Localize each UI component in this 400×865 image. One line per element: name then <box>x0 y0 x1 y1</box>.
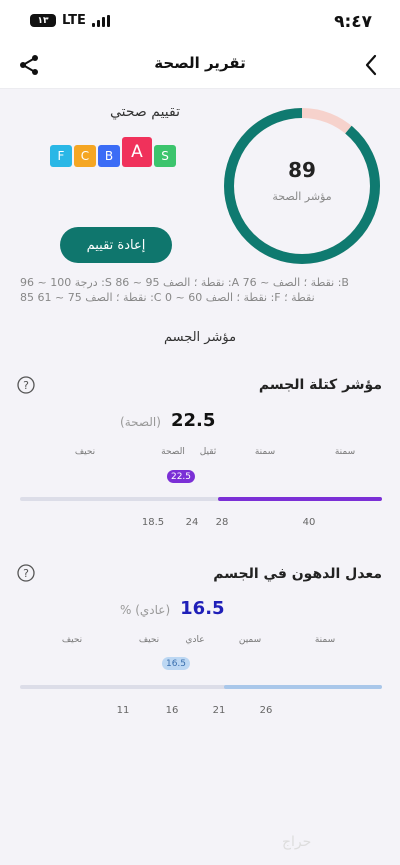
grade-ranges-line-2: 85 نقطة ؛ الصف 75 ~ 61 :C نقطة ؛ الصف 60… <box>20 291 315 304</box>
grade-ranges: درجة 100 ~ 96 :S نقطة ؛ الصف 95 ~ 86 :A … <box>20 275 382 305</box>
status-time: ٩:٤٧ <box>334 12 372 32</box>
chevron-left-icon <box>365 54 377 76</box>
grade-chip-f: F <box>50 145 72 167</box>
health-score-label: مؤشر الصحة <box>272 190 332 203</box>
health-score-ring <box>224 108 380 264</box>
body-fat-title: معدل الدهون في الجسم <box>213 566 382 582</box>
body-fat-help-icon[interactable]: ? <box>17 564 35 582</box>
back-button[interactable] <box>356 50 386 80</box>
bmi-unit: (الصحة) <box>120 415 161 429</box>
bmi-help-icon[interactable]: ? <box>17 376 35 394</box>
share-button[interactable] <box>14 50 44 80</box>
body-fat-tick-21: 21 <box>212 705 226 716</box>
grade-chip-a: A <box>122 137 152 167</box>
svg-text:?: ? <box>23 379 29 392</box>
body-fat-category-4: سمين <box>238 635 262 645</box>
watermark: حراج <box>282 834 312 850</box>
status-bar: ٩:٤٧ ١٣ LTE <box>0 0 400 44</box>
bmi-tick-28: 28 <box>215 517 229 528</box>
body-index-title: مؤشر الجسم <box>163 330 237 345</box>
network-label: LTE <box>62 13 86 28</box>
bmi-tick-18-5: 18.5 <box>141 517 165 528</box>
signal-icon <box>91 14 110 27</box>
body-fat-value: 16.5 <box>180 598 225 619</box>
bmi-tick-40: 40 <box>302 517 316 528</box>
bmi-category-1: نحيف <box>74 447 96 457</box>
bmi-title: مؤشر كتلة الجسم <box>258 377 382 393</box>
bmi-category-4: سمنة <box>254 447 276 457</box>
body-fat-category-1: نحيف <box>61 635 83 645</box>
bmi-track-fill <box>218 497 382 501</box>
page-title: تقرير الصحة <box>154 54 246 72</box>
bmi-category-2: الصحة <box>161 447 185 457</box>
share-icon <box>20 55 38 75</box>
svg-text:?: ? <box>23 567 29 580</box>
battery-icon: ١٣ <box>30 14 56 27</box>
status-indicators: ١٣ LTE <box>30 13 110 28</box>
bmi-category-3: ثقيل <box>199 447 217 457</box>
bmi-reading: (الصحة) 22.5 <box>120 410 215 431</box>
grade-title: تقييم صحتي <box>109 104 180 120</box>
bmi-tick-24: 24 <box>185 517 199 528</box>
grade-chip-s: S <box>154 145 176 167</box>
health-score-value: 89 <box>288 158 316 182</box>
body-fat-category-5: سمنة <box>314 635 336 645</box>
body-fat-category-3: عادي <box>185 635 205 645</box>
body-fat-category-2: نحيف <box>138 635 160 645</box>
body-fat-unit: % (عادي) <box>120 603 171 617</box>
grade-ranges-line-1: درجة 100 ~ 96 :S نقطة ؛ الصف 95 ~ 86 :A … <box>20 276 349 289</box>
body-fat-reading: % (عادي) 16.5 <box>120 598 225 619</box>
reassess-button[interactable]: إعادة تقييم <box>60 227 172 263</box>
grade-chip-c: C <box>74 145 96 167</box>
app-bar: تقرير الصحة <box>0 44 400 89</box>
grade-scale: FCBAS <box>50 137 176 167</box>
body-fat-badge: 16.5 <box>161 657 191 670</box>
body-fat-tick-16: 16 <box>165 705 179 716</box>
body-fat-tick-26: 26 <box>259 705 273 716</box>
bmi-category-5: سمنة <box>334 447 356 457</box>
body-fat-tick-11: 11 <box>116 705 130 716</box>
body-fat-track-fill <box>224 685 382 689</box>
bmi-value: 22.5 <box>170 410 216 431</box>
grade-chip-b: B <box>98 145 120 167</box>
bmi-badge: 22.5 <box>166 470 196 483</box>
